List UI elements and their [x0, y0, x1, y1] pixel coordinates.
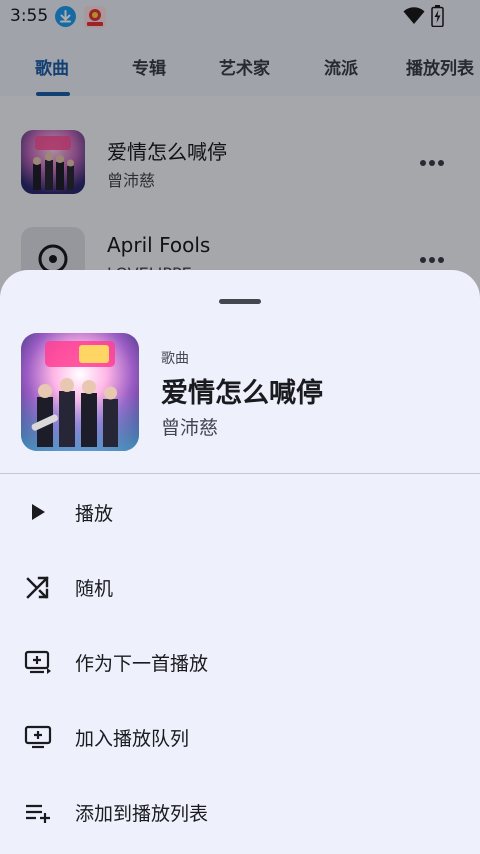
menu-item-label: 随机 — [75, 578, 114, 600]
menu-item-add-to-queue[interactable]: 加入播放队列 — [0, 703, 480, 769]
add-to-queue-icon — [24, 725, 52, 749]
menu-item-label: 加入播放队列 — [75, 728, 190, 750]
menu-item-play-next[interactable]: 作为下一首播放 — [0, 628, 480, 694]
menu-item-play[interactable]: 播放 — [0, 478, 480, 544]
menu-item-label: 作为下一首播放 — [75, 653, 209, 675]
song-title: 爱情怎么喊停 — [161, 378, 323, 409]
menu-item-label: 播放 — [75, 503, 114, 525]
song-options-bottom-sheet: 歌曲 爱情怎么喊停 曾沛慈 播放 随机 作为下一首播放 加入播放队列 添加到播放… — [0, 270, 480, 854]
play-next-icon — [24, 650, 51, 674]
shuffle-icon — [26, 576, 49, 599]
divider — [0, 473, 480, 474]
album-art — [21, 333, 139, 451]
item-type-label: 歌曲 — [161, 351, 189, 367]
add-to-playlist-icon — [26, 804, 50, 823]
drag-handle[interactable] — [219, 299, 261, 304]
play-icon — [32, 504, 45, 520]
menu-item-label: 添加到播放列表 — [75, 803, 209, 825]
menu-item-add-to-playlist[interactable]: 添加到播放列表 — [0, 778, 480, 844]
menu-item-shuffle[interactable]: 随机 — [0, 553, 480, 619]
song-artist: 曾沛慈 — [161, 417, 219, 439]
